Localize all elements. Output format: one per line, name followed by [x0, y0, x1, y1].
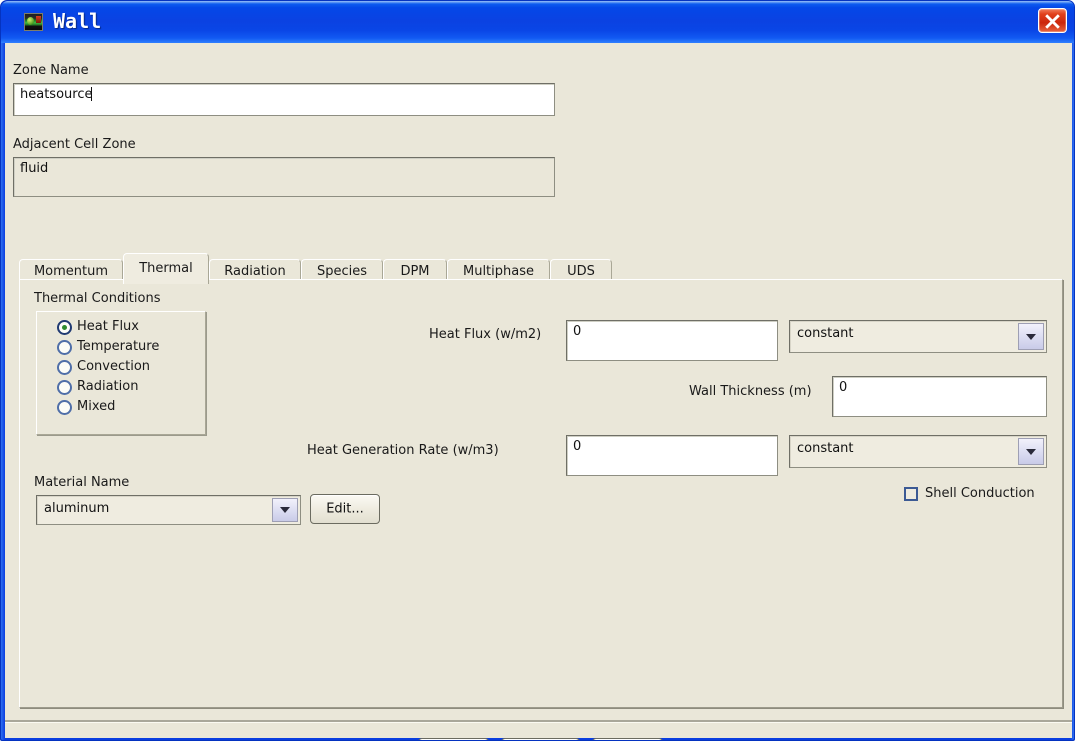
material-name-dropdown[interactable]: aluminum — [36, 495, 301, 525]
wall-thickness-label: Wall Thickness (m) — [689, 384, 812, 399]
material-edit-button-label: Edit... — [326, 503, 364, 516]
wall-app-icon — [24, 13, 43, 31]
radio-label: Temperature — [77, 339, 159, 354]
footer-separator — [5, 720, 1072, 723]
zone-name-input[interactable]: heatsource — [13, 83, 555, 116]
thermal-tab-panel: Thermal Conditions Heat Flux Temperature… — [19, 279, 1063, 708]
heat-generation-rate-profile-dropdown[interactable]: constant — [789, 435, 1047, 468]
zone-name-label: Zone Name — [13, 63, 89, 78]
title-bar[interactable]: Wall — [1, 1, 1075, 43]
thermal-conditions-group: Heat Flux Temperature Convection Radiati… — [36, 311, 206, 435]
tab-thermal[interactable]: Thermal — [123, 253, 209, 284]
wall-thickness-value: 0 — [839, 380, 847, 395]
thermal-conditions-label: Thermal Conditions — [34, 291, 160, 306]
heat-generation-rate-profile-value: constant — [797, 441, 854, 456]
heat-flux-input[interactable]: 0 — [566, 320, 778, 361]
wall-dialog-window: Wall Zone Name heatsource Adjacent Cell … — [0, 0, 1075, 741]
chevron-down-icon[interactable] — [1018, 438, 1044, 465]
radio-mark-icon — [57, 320, 72, 335]
material-edit-button[interactable]: Edit... — [310, 494, 380, 524]
window-title: Wall — [53, 9, 101, 33]
shell-conduction-label: Shell Conduction — [925, 486, 1035, 501]
chevron-down-icon[interactable] — [272, 498, 298, 522]
radio-mark-icon — [57, 340, 72, 355]
adjacent-cell-zone-label: Adjacent Cell Zone — [13, 137, 136, 152]
close-icon — [1044, 12, 1061, 29]
adjacent-cell-zone-value: fluid — [20, 161, 48, 176]
radio-mark-icon — [57, 380, 72, 395]
radio-mark-icon — [57, 400, 72, 415]
heat-flux-value: 0 — [573, 324, 581, 339]
radio-label: Heat Flux — [77, 319, 139, 334]
heat-flux-label: Heat Flux (w/m2) — [429, 327, 541, 342]
close-button[interactable] — [1038, 8, 1067, 33]
wall-thickness-input[interactable]: 0 — [832, 376, 1047, 417]
heat-generation-rate-label: Heat Generation Rate (w/m3) — [307, 443, 499, 458]
heat-generation-rate-input[interactable]: 0 — [566, 435, 778, 476]
heat-flux-profile-value: constant — [797, 326, 854, 341]
material-name-label: Material Name — [34, 475, 129, 490]
adjacent-cell-zone-input: fluid — [13, 157, 555, 197]
radio-label: Convection — [77, 359, 150, 374]
heat-flux-profile-dropdown[interactable]: constant — [789, 320, 1047, 353]
checkbox-icon — [904, 487, 918, 501]
text-caret — [91, 87, 92, 101]
zone-name-value: heatsource — [20, 87, 92, 102]
dialog-client-area: Zone Name heatsource Adjacent Cell Zone … — [5, 43, 1072, 738]
material-name-value: aluminum — [44, 501, 109, 516]
radio-mark-icon — [57, 360, 72, 375]
chevron-down-icon[interactable] — [1018, 323, 1044, 350]
radio-label: Mixed — [77, 399, 115, 414]
radio-label: Radiation — [77, 379, 138, 394]
heat-generation-rate-value: 0 — [573, 439, 581, 454]
